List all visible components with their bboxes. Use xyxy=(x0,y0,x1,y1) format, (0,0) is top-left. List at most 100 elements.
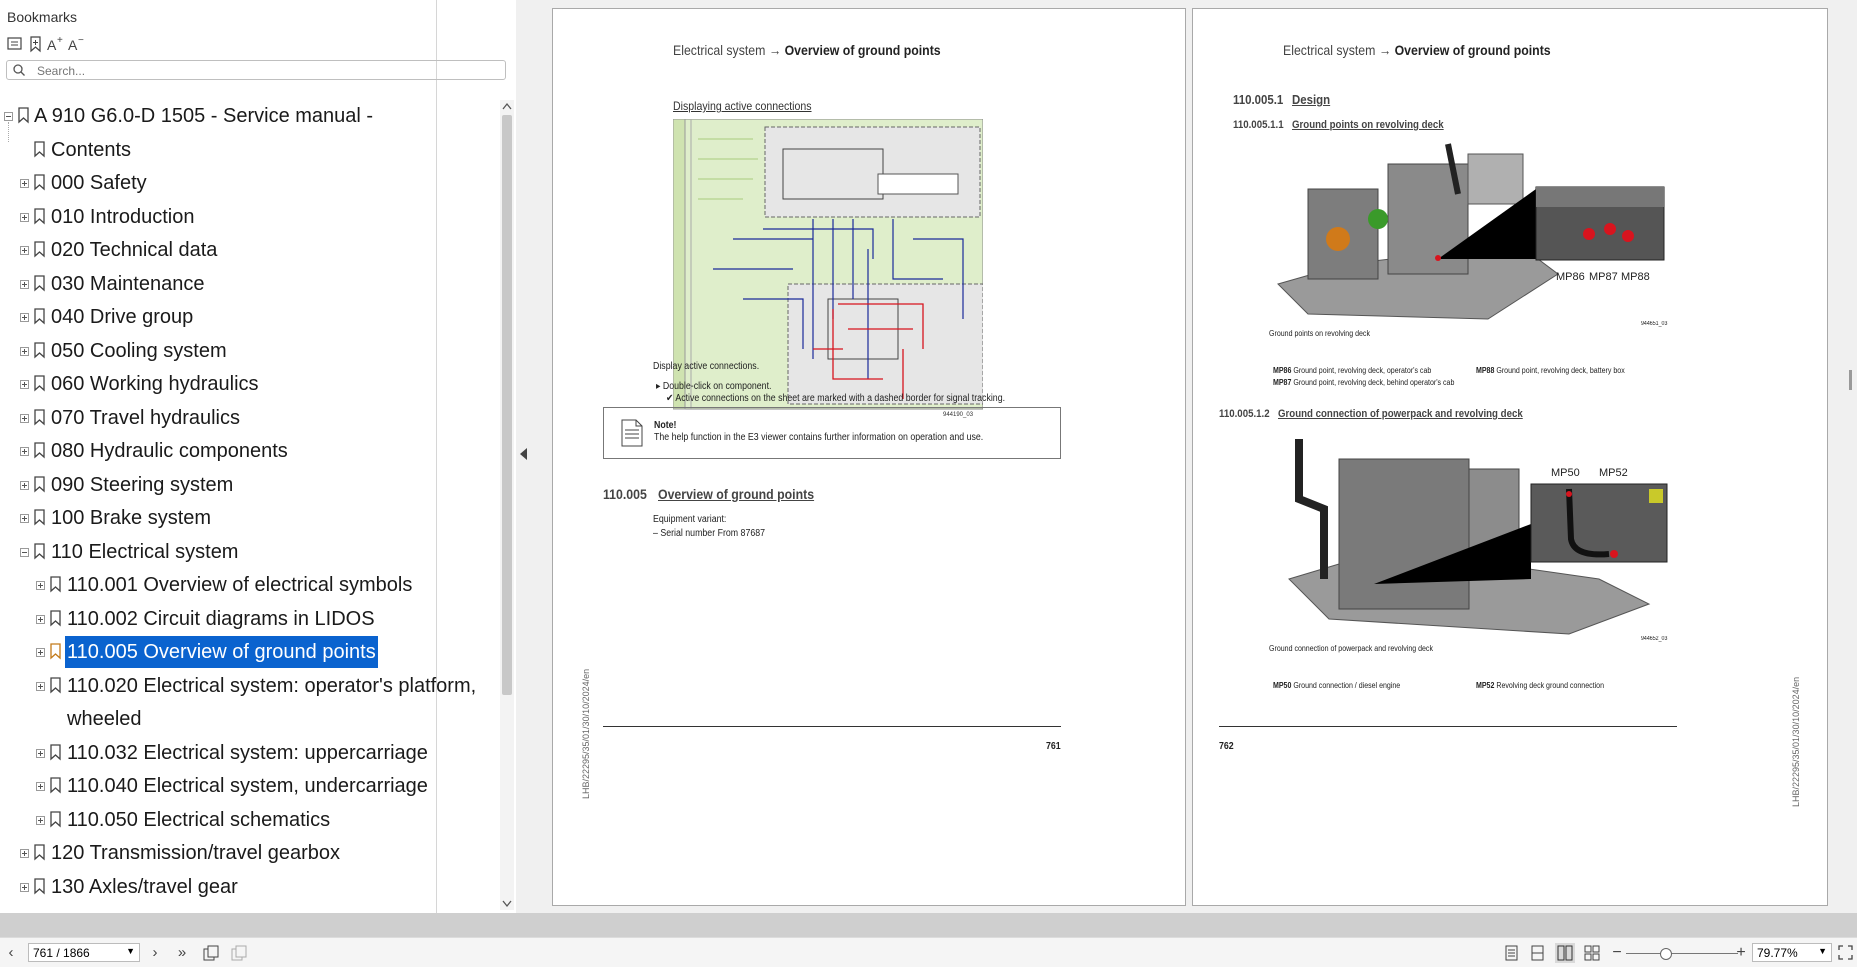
equipment-label: Equipment variant: xyxy=(653,514,727,525)
zoom-slider[interactable] xyxy=(1626,953,1738,954)
bookmark-item[interactable]: 090 Steering system xyxy=(0,469,498,501)
bookmark-item[interactable]: 030 Maintenance xyxy=(0,268,498,300)
bookmark-item[interactable]: 010 Introduction xyxy=(0,201,498,233)
bookmark-label: 110.020 Electrical system: operator's pl… xyxy=(67,674,477,697)
bookmark-label: 050 Cooling system xyxy=(51,339,227,362)
result-item: ✔ Active connections on the sheet are ma… xyxy=(666,393,1005,404)
search-input[interactable] xyxy=(37,63,497,78)
bookmark-item[interactable]: 110.020 Electrical system: operator's pl… xyxy=(0,670,498,702)
expand-icon[interactable] xyxy=(20,346,29,356)
expand-icon[interactable] xyxy=(20,849,29,858)
bookmark-item[interactable]: 060 Working hydraulics xyxy=(0,368,498,400)
expand-icon[interactable] xyxy=(20,413,29,423)
bookmark-item[interactable]: Contents xyxy=(0,134,498,166)
bookmark-item[interactable]: A 910 G6.0-D 1505 - Service manual - xyxy=(0,100,498,132)
bookmark-item[interactable]: 040 Drive group xyxy=(0,301,498,333)
bookmark-item[interactable]: 080 Hydraulic components xyxy=(0,435,498,467)
expand-icon[interactable] xyxy=(20,480,29,490)
scroll-down-icon[interactable] xyxy=(502,900,512,908)
sec3-title: Ground connection of powerpack and revol… xyxy=(1278,408,1523,420)
page-number: 762 xyxy=(1219,741,1234,752)
powerpack-ground-figure xyxy=(1288,439,1668,635)
expand-icon[interactable] xyxy=(20,313,29,322)
legend-code: MP88 xyxy=(1476,366,1495,375)
check-icon: ✔ xyxy=(666,393,676,404)
bookmark-add-icon[interactable] xyxy=(27,35,45,53)
expand-icon[interactable] xyxy=(20,447,29,456)
expand-icon[interactable] xyxy=(20,179,29,188)
paste-icon[interactable] xyxy=(231,945,248,961)
bookmark-label: 110.032 Electrical system: uppercarriage xyxy=(67,741,428,764)
prev-page-icon[interactable]: ‹ xyxy=(2,944,20,962)
bookmark-item[interactable]: 130 Axles/travel gear xyxy=(0,871,498,903)
chevron-down-icon[interactable]: ▼ xyxy=(126,946,135,956)
expand-icon[interactable] xyxy=(36,748,45,758)
document-viewer: Electrical system → Overview of ground p… xyxy=(550,0,1857,913)
zoom-slider-thumb[interactable] xyxy=(1660,948,1672,960)
expand-icon[interactable] xyxy=(20,246,29,255)
horizontal-scrollbar[interactable] xyxy=(0,913,1857,937)
search-field[interactable] xyxy=(6,60,506,80)
fullscreen-icon[interactable] xyxy=(1838,945,1853,960)
doc-scrollbar-thumb[interactable] xyxy=(1849,370,1852,390)
running-header: Electrical system → Overview of ground p… xyxy=(1283,42,1551,58)
tree-scrollbar-thumb[interactable] xyxy=(502,115,512,695)
expand-icon[interactable] xyxy=(36,648,45,657)
bookmark-label: wheeled xyxy=(67,708,142,730)
expand-icon[interactable] xyxy=(36,681,45,691)
expand-icon[interactable] xyxy=(20,380,29,389)
bookmark-item[interactable]: 110.050 Electrical schematics xyxy=(0,804,498,836)
panel-splitter[interactable] xyxy=(516,0,550,913)
zoom-out-icon[interactable]: − xyxy=(1608,944,1626,962)
expand-icon[interactable] xyxy=(20,514,29,523)
bookmark-item[interactable]: 120 Transmission/travel gearbox xyxy=(0,837,498,869)
legend-code: MP50 xyxy=(1273,681,1292,690)
bookmark-item[interactable]: 110.002 Circuit diagrams in LIDOS xyxy=(0,603,498,635)
legend-text: Ground point, revolving deck, behind ope… xyxy=(1293,378,1455,387)
bookmark-label: 010 Introduction xyxy=(51,205,195,228)
bookmark-label: 000 Safety xyxy=(51,172,147,194)
bookmark-item[interactable]: 020 Technical data xyxy=(0,234,498,266)
collapse-all-icon[interactable] xyxy=(6,35,24,53)
continuous-icon[interactable] xyxy=(1530,945,1545,961)
chevron-down-icon[interactable]: ▼ xyxy=(1818,946,1827,956)
bookmark-item[interactable]: 110.005 Overview of ground points xyxy=(0,636,498,668)
font-increase-icon[interactable]: A + xyxy=(46,35,64,53)
scroll-up-icon[interactable] xyxy=(502,102,512,110)
zoom-in-icon[interactable]: + xyxy=(1732,944,1750,962)
bookmark-item[interactable]: 050 Cooling system xyxy=(0,335,498,367)
expand-icon[interactable] xyxy=(36,782,45,791)
single-page-icon[interactable] xyxy=(1504,945,1519,961)
two-page-icon[interactable] xyxy=(1555,943,1575,963)
bookmark-item[interactable]: 110.040 Electrical system, undercarriage xyxy=(0,770,498,802)
footer-rule xyxy=(603,726,1061,727)
copy-icon[interactable] xyxy=(203,945,220,961)
bookmark-item[interactable]: 110.032 Electrical system: uppercarriage xyxy=(0,737,498,769)
expand-icon[interactable] xyxy=(36,614,45,624)
figure-caption: Display active connections. xyxy=(653,361,760,372)
bookmark-item[interactable]: 100 Brake system xyxy=(0,502,498,534)
font-decrease-icon[interactable]: A − xyxy=(67,35,85,53)
bookmark-item[interactable]: 110 Electrical system xyxy=(0,536,498,568)
section-title: Overview of ground points xyxy=(658,486,815,502)
expand-icon[interactable] xyxy=(36,581,45,590)
next-page-icon[interactable]: › xyxy=(146,944,164,962)
bookmark-label: 110.040 Electrical system, undercarriage xyxy=(67,775,428,797)
expand-icon[interactable] xyxy=(36,815,45,825)
note-title: Note! xyxy=(654,420,677,431)
collapse-panel-icon[interactable] xyxy=(520,448,528,460)
bookmark-label: 080 Hydraulic components xyxy=(51,440,288,462)
bookmark-item[interactable]: 000 Safety xyxy=(0,167,498,199)
expand-icon[interactable] xyxy=(20,279,29,289)
page-number-field[interactable]: 761 / 1866 ▼ xyxy=(28,943,140,962)
expand-icon[interactable] xyxy=(20,882,29,892)
collapse-icon[interactable] xyxy=(20,547,29,557)
search-icon xyxy=(13,64,25,76)
grid-icon[interactable] xyxy=(1584,945,1600,961)
expand-icon[interactable] xyxy=(20,212,29,222)
bookmark-item[interactable]: 110.001 Overview of electrical symbols xyxy=(0,569,498,601)
bookmark-item[interactable]: 070 Travel hydraulics xyxy=(0,402,498,434)
last-page-icon[interactable]: » xyxy=(173,944,191,962)
zoom-field[interactable]: 79.77% ▼ xyxy=(1752,943,1832,962)
collapse-icon[interactable] xyxy=(4,112,13,121)
